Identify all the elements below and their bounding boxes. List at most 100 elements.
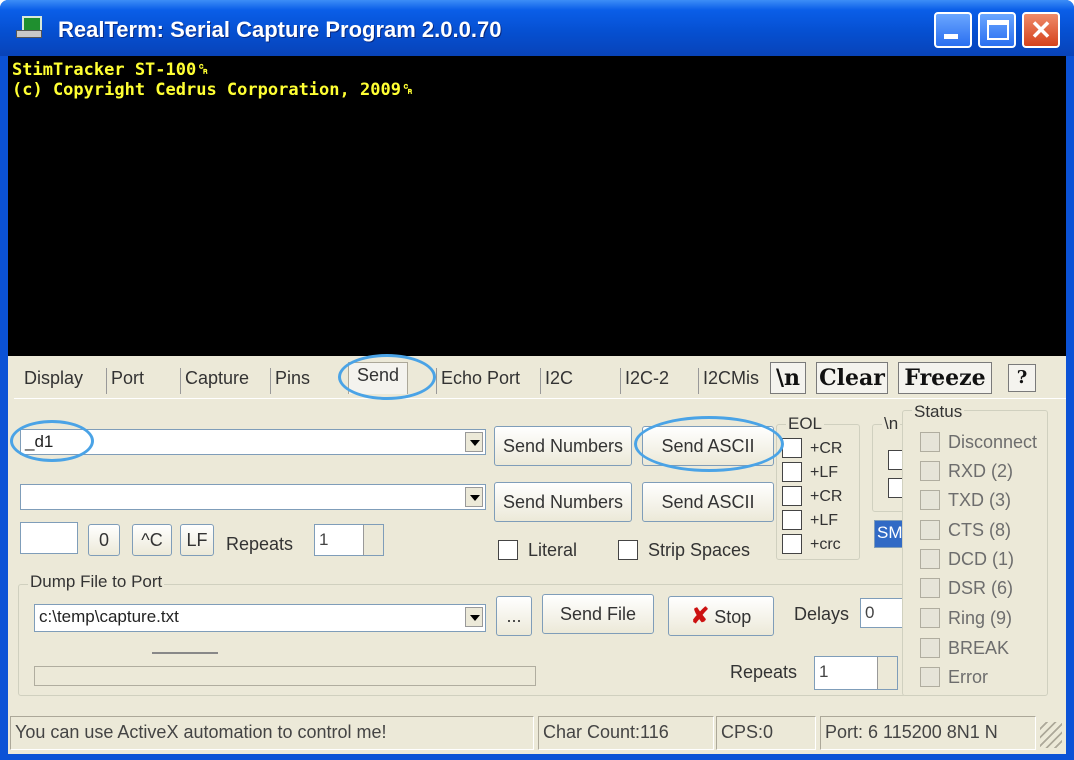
status-dcd-label: DCD (1) <box>948 549 1014 569</box>
browse-button[interactable]: ... <box>496 596 532 636</box>
repeats-spinner-icon[interactable] <box>363 525 383 555</box>
dump-repeats-label: Repeats <box>730 662 798 682</box>
status-error-indicator <box>920 667 940 687</box>
input-highlight <box>10 420 94 462</box>
tab-i2c-2[interactable]: I2C-2 <box>620 368 669 394</box>
status-dsr-indicator <box>920 578 940 598</box>
close-button[interactable]: ✕ <box>1022 12 1060 48</box>
literal-label: Literal <box>528 540 578 560</box>
status-disconnect-label: Disconnect <box>948 432 1038 452</box>
number-input[interactable] <box>20 522 78 554</box>
eol-lf-label-1: +LF <box>810 464 839 481</box>
terminal-line: StimTracker ST-100␍ <box>12 60 210 80</box>
tab-i2cmisc[interactable]: I2CMis <box>698 368 759 394</box>
maximize-button[interactable] <box>978 12 1016 48</box>
eol-title: EOL <box>786 414 825 434</box>
send-file-button[interactable]: Send File <box>542 594 654 634</box>
tab-separator <box>14 398 1066 399</box>
dump-repeats-input[interactable]: 1 <box>814 656 898 690</box>
clear-button[interactable]: Clear <box>816 362 888 394</box>
dump-repeats-spinner-icon[interactable] <box>877 657 897 689</box>
status-ring-label: Ring (9) <box>948 608 1013 628</box>
status-rxd-label: RXD (2) <box>948 461 1014 481</box>
send-numbers-button-1[interactable]: Send Numbers <box>494 426 632 466</box>
send-ascii-button-2[interactable]: Send ASCII <box>642 482 774 522</box>
window-title: RealTerm: Serial Capture Program 2.0.0.7… <box>58 17 502 42</box>
status-message: You can use ActiveX automation to contro… <box>10 716 534 750</box>
minimize-icon <box>944 34 958 39</box>
eol-lf-checkbox-2[interactable] <box>782 510 802 530</box>
cps-display: CPS:0 <box>716 716 816 750</box>
eol-cr-label-1: +CR <box>810 440 843 457</box>
after-title: \n <box>882 414 901 434</box>
status-break-indicator <box>920 638 940 658</box>
app-window: RealTerm: Serial Capture Program 2.0.0.7… <box>0 0 1074 760</box>
status-title: Status <box>912 402 965 422</box>
delays-input[interactable]: 0 <box>860 598 904 628</box>
lf-button[interactable]: LF <box>180 524 214 556</box>
status-txd-label: TXD (3) <box>948 490 1011 510</box>
repeats-value: 1 <box>319 530 329 549</box>
send-tab-highlight <box>338 354 436 400</box>
send-ascii-highlight <box>634 416 784 472</box>
zero-button[interactable]: 0 <box>88 524 120 556</box>
status-dsr-label: DSR (6) <box>948 578 1014 598</box>
help-button[interactable]: ? <box>1008 364 1036 392</box>
realterm-app-icon[interactable] <box>14 14 44 40</box>
stop-button[interactable]: ✘ Stop <box>668 596 774 636</box>
status-error-label: Error <box>948 667 988 687</box>
status-break-label: BREAK <box>948 638 1010 658</box>
tab-display[interactable]: Display <box>20 368 83 394</box>
progress-divider <box>152 652 218 654</box>
tab-port[interactable]: Port <box>106 368 144 394</box>
status-rxd-indicator <box>920 461 940 481</box>
eol-cr-checkbox-1[interactable] <box>782 438 802 458</box>
newline-button[interactable]: \n <box>770 362 806 394</box>
send-string-2-input[interactable] <box>20 484 486 510</box>
delays-label: Delays <box>794 604 850 624</box>
eol-crc-label: +crc <box>810 536 841 553</box>
status-cts-indicator <box>920 520 940 540</box>
status-cts-label: CTS (8) <box>948 520 1011 540</box>
ctrl-c-button[interactable]: ^C <box>132 524 172 556</box>
chevron-down-icon[interactable] <box>465 607 483 627</box>
status-ring-indicator <box>920 608 940 628</box>
close-icon: ✕ <box>1030 15 1052 45</box>
status-disconnect-indicator <box>920 432 940 452</box>
strip-spaces-label: Strip Spaces <box>648 540 751 560</box>
eol-lf-checkbox-1[interactable] <box>782 462 802 482</box>
terminal-display[interactable]: StimTracker ST-100␍ (c) Copyright Cedrus… <box>8 56 1066 356</box>
control-panel: Display Port Capture Pins Send Echo Port… <box>8 354 1066 754</box>
status-bar: You can use ActiveX automation to contro… <box>8 714 1066 754</box>
dump-file-path-input[interactable]: c:\temp\capture.txt <box>34 604 486 632</box>
stop-x-icon: ✘ <box>690 603 710 628</box>
minimize-button[interactable] <box>934 12 972 48</box>
strip-spaces-checkbox[interactable] <box>618 540 638 560</box>
dump-progress-bar <box>34 666 536 686</box>
port-display: Port: 6 115200 8N1 N <box>820 716 1036 750</box>
eol-cr-label-2: +CR <box>810 488 843 505</box>
repeats-input[interactable]: 1 <box>314 524 384 556</box>
dump-repeats-value: 1 <box>819 662 829 681</box>
send-numbers-button-2[interactable]: Send Numbers <box>494 482 632 522</box>
char-count: Char Count:116 <box>538 716 714 750</box>
freeze-button[interactable]: Freeze <box>898 362 992 394</box>
chevron-down-icon[interactable] <box>465 432 483 452</box>
tab-capture[interactable]: Capture <box>180 368 249 394</box>
terminal-line: (c) Copyright Cedrus Corporation, 2009␍ <box>12 80 415 100</box>
title-bar[interactable]: RealTerm: Serial Capture Program 2.0.0.7… <box>0 0 1074 56</box>
eol-cr-checkbox-2[interactable] <box>782 486 802 506</box>
tab-echo-port[interactable]: Echo Port <box>436 368 520 394</box>
tab-pins[interactable]: Pins <box>270 368 310 394</box>
stop-label: Stop <box>714 607 752 627</box>
dump-file-path-value: c:\temp\capture.txt <box>39 607 179 626</box>
resize-grip-icon[interactable] <box>1040 722 1062 748</box>
literal-checkbox[interactable] <box>498 540 518 560</box>
tab-i2c[interactable]: I2C <box>540 368 573 394</box>
chevron-down-icon[interactable] <box>465 487 483 507</box>
status-txd-indicator <box>920 490 940 510</box>
maximize-icon <box>987 20 1009 40</box>
eol-lf-label-2: +LF <box>810 512 839 529</box>
eol-crc-checkbox[interactable] <box>782 534 802 554</box>
status-dcd-indicator <box>920 549 940 569</box>
